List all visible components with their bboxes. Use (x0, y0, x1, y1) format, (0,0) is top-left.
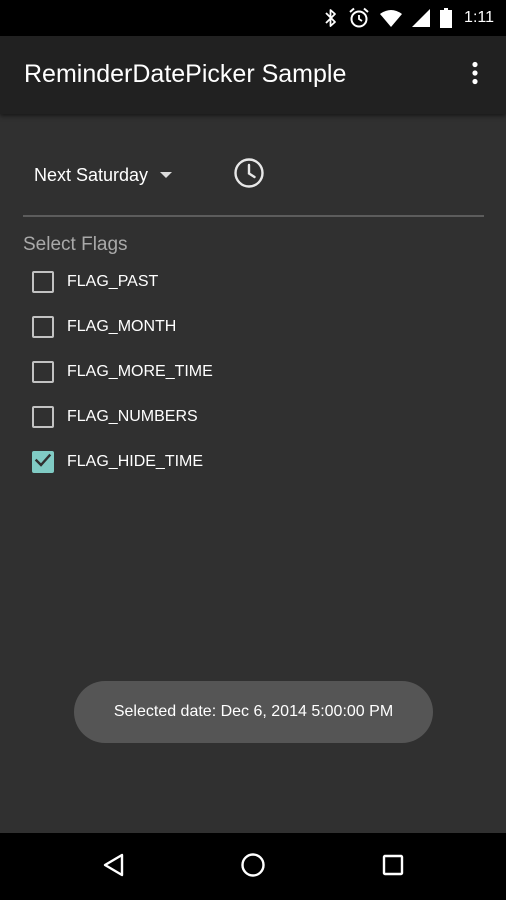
checkmark-icon (34, 451, 52, 474)
select-flags-label: Select Flags (23, 234, 128, 255)
back-button[interactable] (96, 849, 132, 885)
date-spinner[interactable]: Next Saturday (34, 164, 173, 186)
checkbox[interactable] (32, 271, 54, 293)
dropdown-arrow-icon (160, 172, 173, 178)
flag-label: FLAG_PAST (67, 273, 159, 290)
flag-more-time-checkbox-row[interactable]: FLAG_MORE_TIME (32, 358, 213, 386)
time-picker-button[interactable] (232, 157, 266, 194)
overflow-menu-button[interactable] (458, 58, 492, 92)
status-time: 1:11 (464, 9, 494, 26)
home-button[interactable] (235, 849, 271, 885)
wifi-icon (380, 9, 403, 27)
overflow-menu-icon (471, 61, 479, 90)
checkbox[interactable] (32, 406, 54, 428)
battery-icon (440, 8, 453, 28)
flag-numbers-checkbox-row[interactable]: FLAG_NUMBERS (32, 403, 198, 431)
status-bar: 1:11 (0, 0, 506, 36)
date-spinner-value: Next Saturday (34, 164, 149, 185)
main-content: Next Saturday Select Flags FLAG_PAST FLA… (0, 114, 506, 833)
home-icon (240, 852, 266, 883)
clock-icon (233, 157, 265, 194)
toast: Selected date: Dec 6, 2014 5:00:00 PM (74, 681, 433, 743)
flag-month-checkbox-row[interactable]: FLAG_MONTH (32, 313, 176, 341)
signal-icon (412, 9, 431, 27)
back-icon (101, 852, 127, 883)
reminder-date-picker: Next Saturday (24, 154, 484, 196)
flag-hide-time-checkbox-row[interactable]: FLAG_HIDE_TIME (32, 448, 203, 476)
checkbox[interactable] (32, 361, 54, 383)
divider (23, 215, 484, 217)
checkbox-checked[interactable] (32, 451, 54, 473)
recents-icon (381, 853, 405, 882)
flag-label: FLAG_NUMBERS (67, 408, 198, 425)
alarm-icon (348, 7, 370, 29)
app-bar: ReminderDatePicker Sample (0, 36, 506, 114)
flag-past-checkbox-row[interactable]: FLAG_PAST (32, 268, 158, 296)
flag-label: FLAG_HIDE_TIME (67, 453, 204, 470)
toast-message: Selected date: Dec 6, 2014 5:00:00 PM (113, 703, 394, 720)
flag-label: FLAG_MONTH (67, 318, 177, 335)
navigation-bar (0, 833, 506, 900)
recents-button[interactable] (375, 849, 411, 885)
checkbox[interactable] (32, 316, 54, 338)
app-title: ReminderDatePicker Sample (24, 60, 347, 88)
flag-label: FLAG_MORE_TIME (67, 363, 213, 380)
bluetooth-icon (324, 8, 338, 28)
